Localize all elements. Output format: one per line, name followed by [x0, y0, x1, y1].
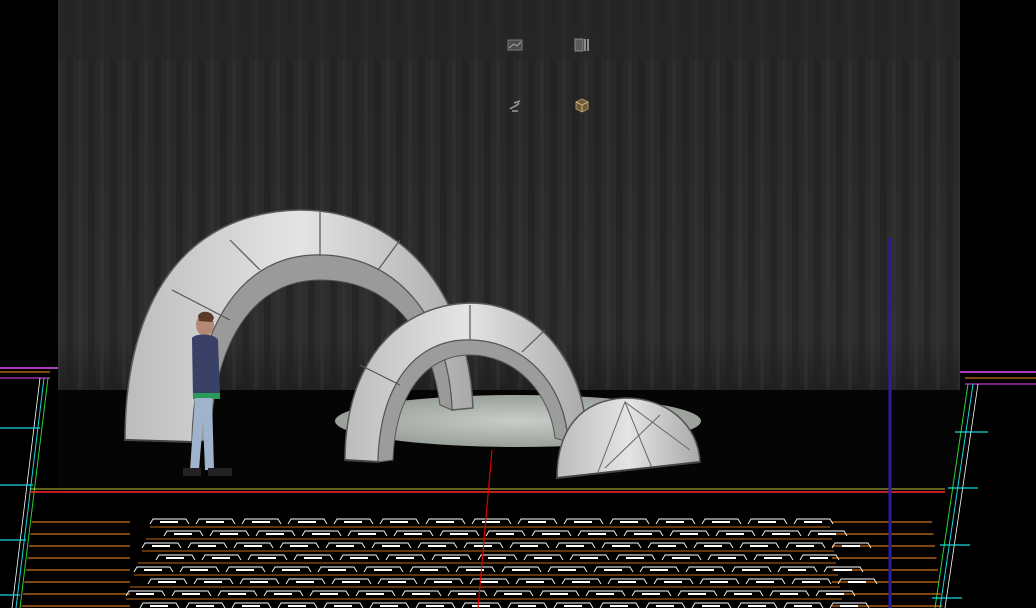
scene-canvas[interactable]	[0, 0, 1036, 608]
object-cube-icon[interactable]	[571, 95, 593, 117]
material-library-icon[interactable]	[571, 34, 593, 56]
render-preview-icon[interactable]	[504, 34, 526, 56]
light-tool-icon[interactable]	[504, 95, 526, 117]
3d-viewport[interactable]	[0, 0, 1036, 608]
